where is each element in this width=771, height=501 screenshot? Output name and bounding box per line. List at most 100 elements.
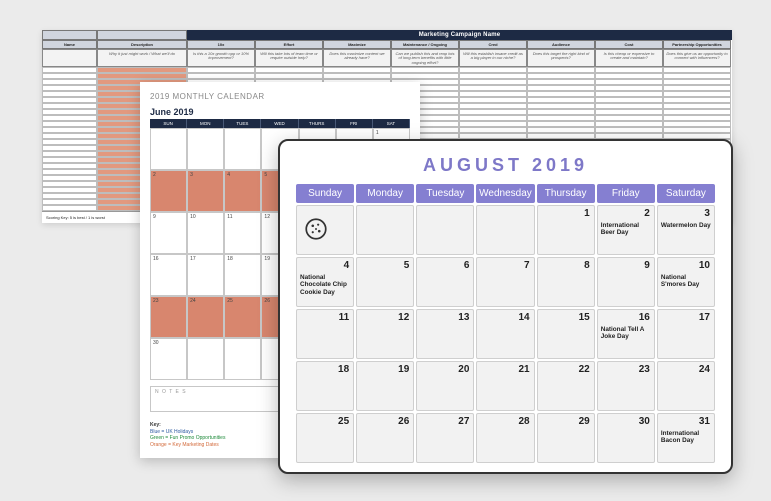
august-day-cell: 22 (537, 361, 595, 411)
aug-dow: Tuesday (416, 184, 474, 203)
august-day-cell: 23 (597, 361, 655, 411)
august-day-cell: 30 (597, 413, 655, 463)
august-day-number: 22 (579, 364, 590, 375)
august-title: AUGUST 2019 (296, 155, 715, 176)
june-day-cell: 2 (150, 170, 187, 212)
august-day-number: 21 (518, 364, 529, 375)
august-day-cell: 18 (296, 361, 354, 411)
june-day-cell: 4 (224, 170, 261, 212)
june-day-cell: 3 (187, 170, 224, 212)
august-day-number: 18 (338, 364, 349, 375)
sub-10x: Is this a 10x growth opp or 10% improvem… (187, 49, 255, 67)
june-day-cell (224, 128, 261, 170)
august-event-label: National Chocolate Chip Cookie Day (300, 274, 350, 296)
august-day-number: 1 (584, 208, 590, 219)
august-day-number: 17 (699, 312, 710, 323)
june-dow: SAT (373, 119, 410, 128)
august-day-cell: 13 (416, 309, 474, 359)
sub-maintenance: Can we publish this and reap lots of lon… (391, 49, 459, 67)
august-event-label: National Tell A Joke Day (601, 326, 651, 341)
august-week-row: 4 National Chocolate Chip Cookie Day 56 7 8 9… (296, 257, 715, 307)
aug-dow: Wednesday (476, 184, 534, 203)
august-day-cell: 19 (356, 361, 414, 411)
august-day-number: 7 (524, 260, 530, 271)
august-day-number: 8 (584, 260, 590, 271)
spreadsheet-header-row: Name Description 10x Effort Maximize Mai… (42, 40, 732, 49)
august-day-cell: 15 (537, 309, 595, 359)
august-day-cell: 16 National Tell A Joke Day (597, 309, 655, 359)
august-day-cell: 27 (416, 413, 474, 463)
june-day-cell (150, 128, 187, 170)
august-day-number: 13 (458, 312, 469, 323)
august-day-cell: 4 National Chocolate Chip Cookie Day (296, 257, 354, 307)
june-dow: SUN (150, 119, 187, 128)
june-day-cell: 16 (150, 254, 187, 296)
august-day-cell: 25 (296, 413, 354, 463)
august-day-cell: 10 National S'mores Day (657, 257, 715, 307)
june-day-cell: 30 (150, 338, 187, 380)
june-day-cell: 10 (187, 212, 224, 254)
col-maximize: Maximize (323, 40, 391, 49)
june-day-cell (187, 338, 224, 380)
august-day-cell: 2 International Beer Day (597, 205, 655, 255)
sub-effort: Will this take lots of team time or requ… (255, 49, 323, 67)
august-day-cell: 5 (356, 257, 414, 307)
col-partnership: Partnership Opportunities (663, 40, 731, 49)
august-dow-row: Sunday Monday Tuesday Wednesday Thursday… (296, 184, 715, 203)
aug-dow: Friday (597, 184, 655, 203)
june-dow: FRI (336, 119, 373, 128)
august-day-cell: 9 (597, 257, 655, 307)
august-day-cell (416, 205, 474, 255)
august-week-row: 111213141516National Tell A Joke Day17 (296, 309, 715, 359)
sub-name (42, 49, 97, 67)
col-cost: Cost (595, 40, 663, 49)
august-day-number: 5 (404, 260, 410, 271)
august-day-cell (296, 205, 354, 255)
spreadsheet-subheader-row: Why it just might work / What we'll do I… (42, 49, 732, 67)
august-day-cell: 12 (356, 309, 414, 359)
august-day-number: 11 (339, 312, 350, 323)
june-title: June 2019 (150, 107, 410, 117)
august-day-number: 2 (644, 208, 650, 219)
august-event-label: International Bacon Day (661, 430, 711, 445)
august-day-number: 29 (579, 416, 590, 427)
june-day-cell: 24 (187, 296, 224, 338)
august-event-label: Watermelon Day (661, 222, 711, 229)
august-day-cell: 6 (416, 257, 474, 307)
june-day-cell: 9 (150, 212, 187, 254)
august-event-label: National S'mores Day (661, 274, 711, 289)
august-day-number: 19 (398, 364, 409, 375)
august-day-number: 15 (579, 312, 590, 323)
august-day-number: 4 (344, 260, 350, 271)
august-day-number: 30 (639, 416, 650, 427)
june-day-cell: 25 (224, 296, 261, 338)
august-day-cell: 8 (537, 257, 595, 307)
august-day-cell: 24 (657, 361, 715, 411)
august-week-row: 1 2 International Beer Day 3 Watermelon Day (296, 205, 715, 255)
june-day-cell: 11 (224, 212, 261, 254)
aug-dow: Sunday (296, 184, 354, 203)
august-day-number: 26 (398, 416, 409, 427)
aug-dow: Saturday (657, 184, 715, 203)
june-dow: MON (187, 119, 224, 128)
sub-description: Why it just might work / What we'll do (97, 49, 187, 67)
august-day-number: 3 (704, 208, 710, 219)
col-cred: Cred (459, 40, 527, 49)
aug-dow: Thursday (537, 184, 595, 203)
june-dow: TUES (224, 119, 261, 128)
col-10x: 10x (187, 40, 255, 49)
june-day-cell (224, 338, 261, 380)
sub-cost: Is this cheap or expensive to create and… (595, 49, 663, 67)
col-name: Name (42, 40, 97, 49)
august-day-number: 10 (699, 260, 710, 271)
august-day-cell (476, 205, 534, 255)
june-day-cell (187, 128, 224, 170)
june-day-cell: 18 (224, 254, 261, 296)
august-day-number: 16 (639, 312, 650, 323)
aug-dow: Monday (356, 184, 414, 203)
august-calendar: AUGUST 2019 Sunday Monday Tuesday Wednes… (278, 139, 733, 474)
august-day-number: 9 (644, 260, 650, 271)
spreadsheet-title: Marketing Campaign Name (187, 30, 732, 40)
august-event-label: International Beer Day (601, 222, 651, 237)
august-day-number: 12 (398, 312, 409, 323)
